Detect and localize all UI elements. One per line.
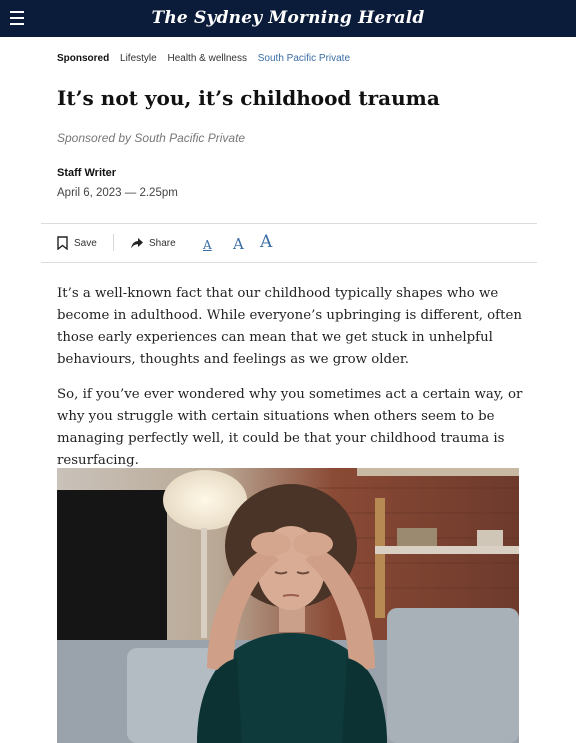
author-byline[interactable]: Staff Writer [57,167,116,179]
font-size-medium-button[interactable]: A [233,235,244,253]
save-button[interactable]: Save [57,233,97,253]
toolbar-divider [113,234,114,251]
divider [41,262,537,263]
sponsored-by: Sponsored by South Pacific Private [57,131,246,145]
font-size-large-button[interactable]: A [260,232,272,252]
article-toolbar: Save Share A A A [57,232,357,253]
article-headline: It’s not you, it’s childhood trauma [57,86,440,110]
share-button[interactable]: Share [131,233,176,253]
tag-sponsored: Sponsored [57,53,110,64]
woman-with-headache-photo [57,468,519,743]
tag-south-pacific-private[interactable]: South Pacific Private [258,53,350,64]
masthead-bar: The Sydney Morning Herald [0,0,576,37]
divider [41,223,537,224]
article-paragraph: So, if you’ve ever wondered why you some… [57,387,523,468]
font-size-small-button[interactable]: A [203,238,212,252]
save-label: Save [74,237,97,249]
masthead-logo[interactable]: The Sydney Morning Herald [0,8,576,28]
share-arrow-icon [131,237,143,248]
tag-lifestyle[interactable]: Lifestyle [120,53,157,64]
publish-date: April 6, 2023 — 2.25pm [57,187,178,199]
bookmark-icon [57,236,68,250]
article-hero-image [57,468,519,743]
article-paragraph: It’s a well-known fact that our childhoo… [57,286,522,367]
share-label: Share [149,237,176,249]
article-tags: Sponsored Lifestyle Health & wellness So… [57,53,358,64]
tag-health-wellness[interactable]: Health & wellness [167,53,246,64]
